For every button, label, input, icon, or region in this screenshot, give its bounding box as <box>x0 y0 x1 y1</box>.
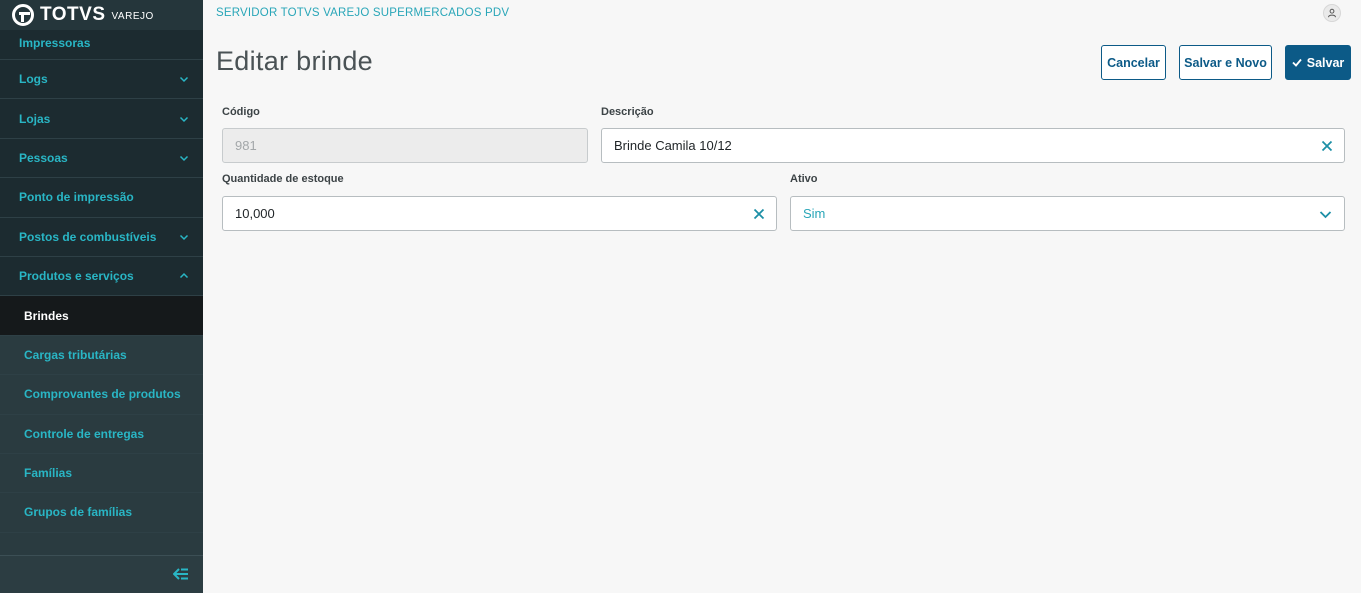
sidebar-item-controle-de-entregas[interactable]: Controle de entregas <box>0 414 203 454</box>
ativo-label: Ativo <box>790 173 818 185</box>
chevron-down-icon <box>179 74 189 84</box>
sidebar-item-label: Pessoas <box>19 150 68 165</box>
sidebar-item-comprovantes-de-produtos[interactable]: Comprovantes de produtos <box>0 375 203 415</box>
page-title: Editar brinde <box>216 46 373 76</box>
sidebar-item-label: Cargas tributárias <box>24 347 127 362</box>
sidebar-item-label: Controle de entregas <box>24 426 145 441</box>
chevron-up-icon <box>179 271 189 281</box>
sidebar-item-postos-de-combustiveis[interactable]: Postos de combustíveis <box>0 218 203 257</box>
sidebar-item-label: Comprovantes de produtos <box>24 387 181 402</box>
codigo-value: 981 <box>235 138 257 153</box>
quantidade-field[interactable]: 10,000 <box>222 196 777 231</box>
chevron-down-icon <box>179 114 189 124</box>
brand-header: TOTVS VAREJO <box>0 0 203 30</box>
brand-sub: VAREJO <box>111 10 154 22</box>
sidebar-item-ponto-de-impressao[interactable]: Ponto de impressão <box>0 178 203 218</box>
sidebar-item-label: Postos de combustíveis <box>19 229 157 244</box>
sidebar-item-lojas[interactable]: Lojas <box>0 99 203 139</box>
check-icon <box>1292 56 1302 70</box>
descricao-value: Brinde Camila 10/12 <box>614 138 732 153</box>
sidebar-item-label: Ponto de impressão <box>19 190 134 205</box>
server-name: SERVIDOR TOTVS VAREJO SUPERMERCADOS PDV <box>216 7 510 19</box>
chevron-down-icon <box>179 153 189 163</box>
sidebar-item-impressoras[interactable]: Impressoras <box>0 30 203 60</box>
descricao-field[interactable]: Brinde Camila 10/12 <box>601 128 1345 163</box>
sidebar-item-brindes[interactable]: Brindes <box>0 296 203 336</box>
sidebar-item-label: Produtos e serviços <box>19 269 134 284</box>
user-icon[interactable] <box>1323 4 1341 22</box>
sidebar-item-logs[interactable]: Logs <box>0 60 203 100</box>
clear-descricao-icon[interactable] <box>1320 139 1334 153</box>
codigo-label: Código <box>222 106 260 118</box>
sidebar-item-label: Logs <box>19 72 48 87</box>
main-content: SERVIDOR TOTVS VAREJO SUPERMERCADOS PDV … <box>203 0 1361 593</box>
save-and-new-button[interactable]: Salvar e Novo <box>1179 45 1272 80</box>
sidebar-item-label: Brindes <box>24 308 69 323</box>
save-button[interactable]: Salvar <box>1285 45 1351 80</box>
sidebar: TOTVS VAREJO Impressoras Logs Lojas Pessoas… <box>0 0 203 593</box>
ativo-select[interactable]: Sim <box>790 196 1345 231</box>
sidebar-item-produtos-e-servicos[interactable]: Produtos e serviços <box>0 257 203 297</box>
quantidade-value: 10,000 <box>235 206 275 221</box>
sidebar-item-grupos-de-familias[interactable]: Grupos de famílias <box>0 493 203 533</box>
save-button-label: Salvar <box>1306 55 1345 70</box>
descricao-label: Descrição <box>601 106 654 118</box>
sidebar-item-label: Grupos de famílias <box>24 505 133 520</box>
clear-quantidade-icon[interactable] <box>752 207 766 221</box>
sidebar-item-label: Lojas <box>19 111 51 126</box>
sidebar-item-label: Famílias <box>24 466 73 481</box>
ativo-value: Sim <box>803 206 826 221</box>
top-bar: SERVIDOR TOTVS VAREJO SUPERMERCADOS PDV <box>203 0 1361 30</box>
quantidade-label: Quantidade de estoque <box>222 173 344 185</box>
sidebar-item-familias[interactable]: Famílias <box>0 453 203 494</box>
chevron-down-icon <box>179 232 189 242</box>
sidebar-item-label: Impressoras <box>19 36 91 50</box>
sidebar-menu: Impressoras Logs Lojas Pessoas Ponto de impr… <box>0 30 203 573</box>
totvs-logo-icon <box>12 4 34 26</box>
cancel-button[interactable]: Cancelar <box>1101 45 1166 80</box>
sidebar-footer <box>0 555 203 593</box>
codigo-field: 981 <box>222 128 588 163</box>
chevron-down-icon[interactable] <box>1319 208 1332 221</box>
sidebar-item-cargas-tributarias[interactable]: Cargas tributárias <box>0 335 203 376</box>
sidebar-item-pessoas[interactable]: Pessoas <box>0 139 203 179</box>
collapse-menu-icon[interactable] <box>172 567 189 581</box>
brand-name: TOTVS <box>40 4 106 25</box>
